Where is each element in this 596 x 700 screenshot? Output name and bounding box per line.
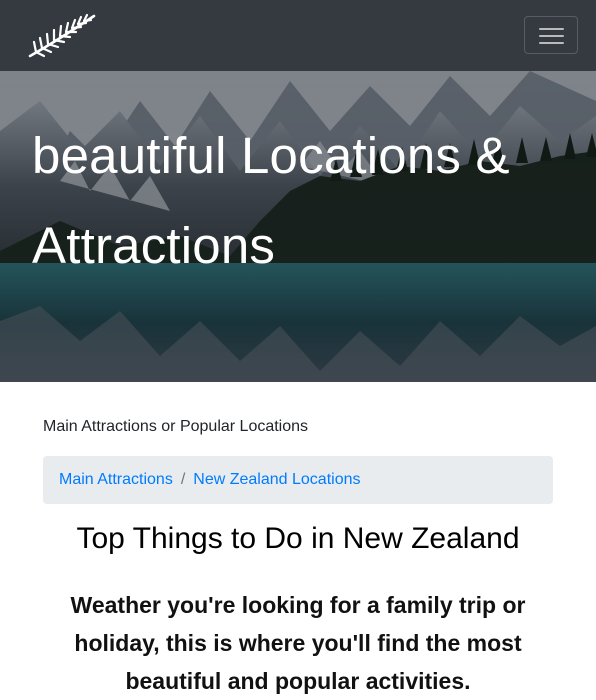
section-label: Main Attractions or Popular Locations — [43, 418, 309, 435]
breadcrumb: Main Attractions / New Zealand Locations — [43, 456, 553, 504]
page-heading: Top Things to Do in New Zealand — [76, 522, 520, 555]
breadcrumb-item-new-zealand-locations[interactable]: New Zealand Locations — [193, 471, 360, 489]
intro-text: Weather you're looking for a family trip… — [70, 592, 526, 694]
silver-fern-icon[interactable] — [26, 12, 98, 60]
hero-title: beautiful Locations & Attractions — [32, 127, 510, 274]
navbar — [0, 0, 596, 71]
breadcrumb-item-main-attractions[interactable]: Main Attractions — [59, 471, 173, 489]
breadcrumb-separator: / — [180, 471, 186, 488]
hamburger-menu-icon — [539, 28, 564, 30]
hero-banner: beautiful Locations & Attractions — [0, 71, 596, 382]
hamburger-menu-button[interactable] — [524, 16, 578, 54]
